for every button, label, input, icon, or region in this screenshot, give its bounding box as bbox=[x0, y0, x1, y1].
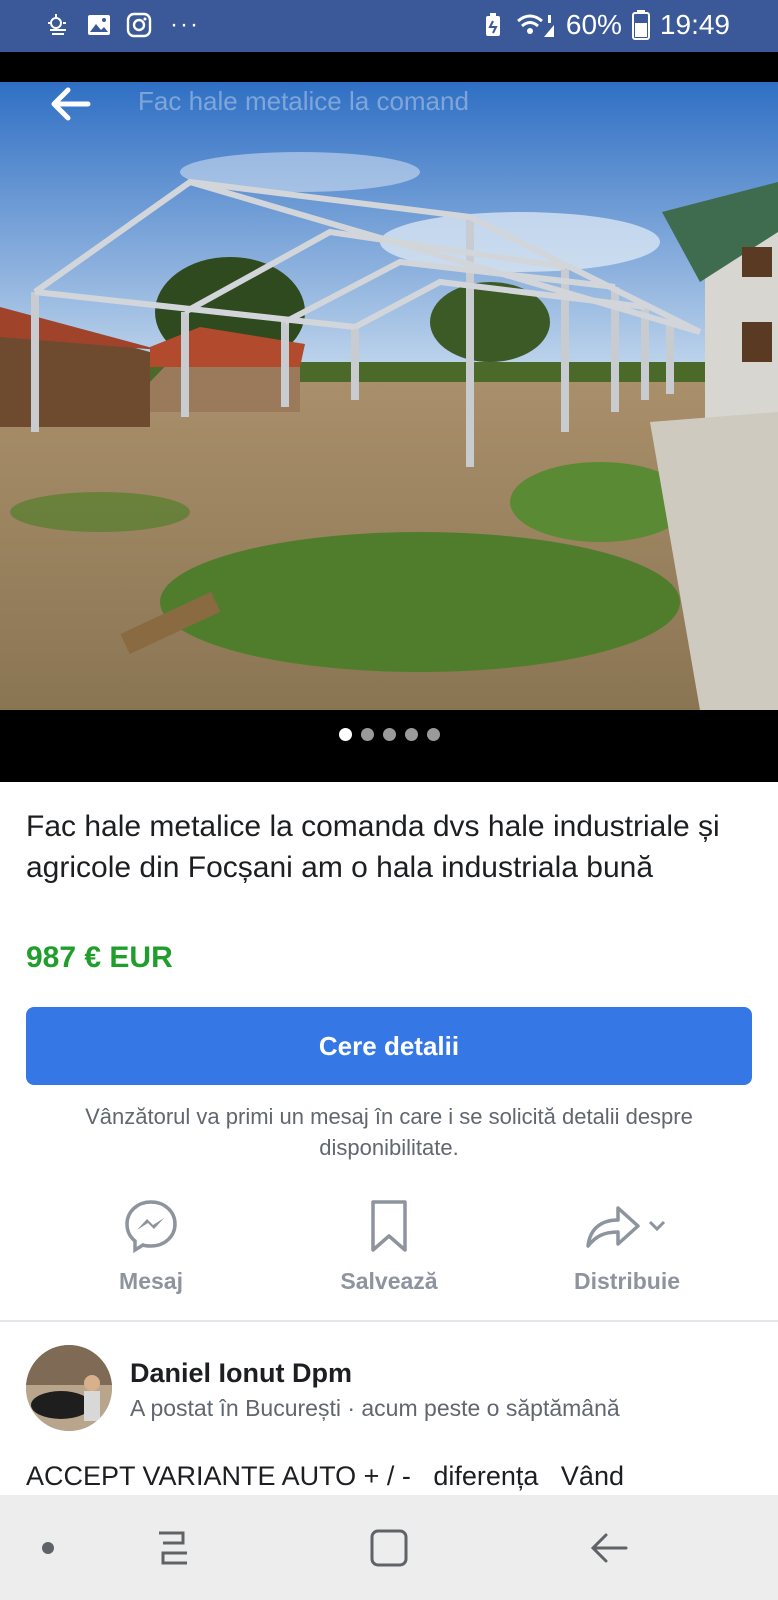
avatar-photo bbox=[26, 1345, 112, 1431]
battery-saver-icon bbox=[485, 13, 500, 36]
weather-icon bbox=[48, 14, 66, 35]
recent-apps-icon[interactable] bbox=[143, 1525, 203, 1571]
home-icon[interactable] bbox=[359, 1525, 419, 1571]
pager-dot[interactable] bbox=[382, 728, 396, 741]
status-bar: ··· 60% 19:49 bbox=[0, 0, 778, 52]
pager-dot[interactable] bbox=[338, 728, 352, 741]
request-details-button[interactable]: Cere detalii bbox=[26, 1007, 752, 1085]
request-details-note: Vânzătorul va primi un mesaj în care i s… bbox=[85, 1104, 693, 1160]
photo-watermark: Fac hale metalice la comand bbox=[138, 86, 469, 116]
share-icon bbox=[586, 1206, 666, 1248]
listing-description: ACCEPT VARIANTE AUTO + / - diferența Vân… bbox=[26, 1461, 624, 1491]
photo-pager bbox=[0, 728, 778, 741]
gallery-icon bbox=[88, 15, 110, 35]
share-action[interactable]: Distribuie bbox=[537, 1196, 717, 1295]
seller-meta: A postat în București · acum peste o săp… bbox=[130, 1395, 620, 1421]
wifi-signal-icon bbox=[516, 14, 554, 37]
back-icon[interactable] bbox=[580, 1525, 640, 1571]
messenger-icon bbox=[125, 1200, 177, 1254]
section-divider bbox=[0, 1320, 778, 1322]
back-arrow-icon[interactable] bbox=[48, 84, 92, 124]
listing-price: 987 € EUR bbox=[26, 941, 173, 974]
more-notifications-icon: ··· bbox=[170, 11, 200, 38]
seller-avatar[interactable] bbox=[26, 1345, 112, 1431]
clock: 19:49 bbox=[659, 9, 730, 40]
listing-title: Fac hale metalice la comanda dvs hale in… bbox=[26, 810, 720, 884]
instagram-icon bbox=[126, 12, 152, 38]
message-action[interactable]: Mesaj bbox=[61, 1196, 241, 1295]
action-bar: Mesaj Salvează Distribuie bbox=[0, 1196, 778, 1308]
pager-dot[interactable] bbox=[360, 728, 374, 741]
status-right: 60% 19:49 bbox=[480, 9, 730, 41]
message-action-label: Mesaj bbox=[119, 1268, 183, 1294]
save-action-label: Salvează bbox=[340, 1268, 438, 1294]
photo-viewer[interactable]: Fac hale metalice la comand bbox=[0, 52, 778, 782]
listing-photo[interactable] bbox=[0, 82, 778, 710]
share-action-label: Distribuie bbox=[573, 1268, 681, 1294]
bookmark-icon bbox=[371, 1200, 407, 1252]
battery-icon bbox=[631, 10, 650, 40]
status-left-icons: ··· bbox=[46, 11, 200, 39]
metal-hall-photo bbox=[0, 82, 778, 710]
seller-name[interactable]: Daniel Ionut Dpm bbox=[130, 1358, 352, 1389]
pager-dot[interactable] bbox=[404, 728, 418, 741]
system-nav-bar bbox=[0, 1495, 778, 1600]
pager-dot[interactable] bbox=[426, 728, 440, 741]
save-action[interactable]: Salvează bbox=[299, 1196, 479, 1295]
battery-percent: 60% bbox=[565, 9, 622, 40]
dot-indicator-icon bbox=[42, 1542, 54, 1554]
